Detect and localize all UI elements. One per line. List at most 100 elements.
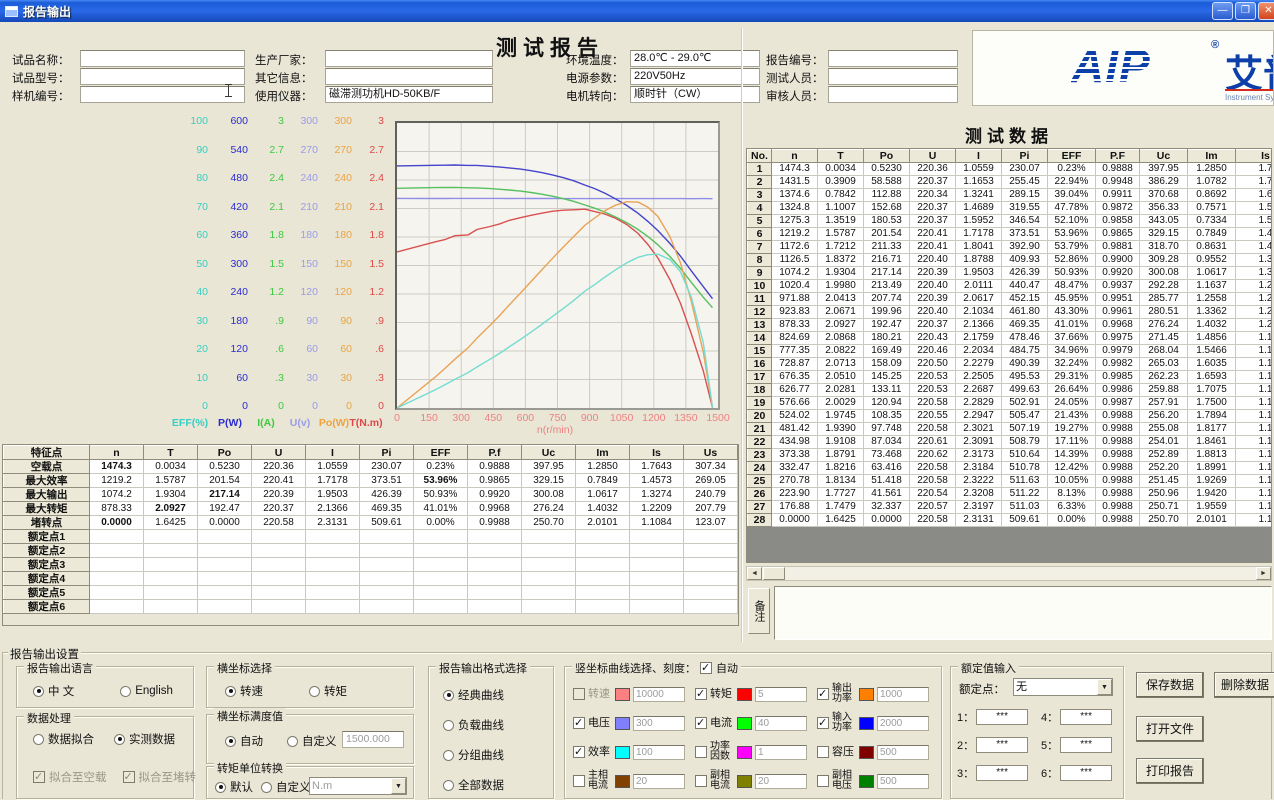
maximize-button[interactable]: ❐ (1235, 2, 1256, 20)
fit-checkbox[interactable] (33, 771, 45, 783)
curve-color-swatch[interactable] (737, 775, 752, 788)
other-info-input[interactable] (325, 68, 493, 85)
fit-checkbox-option[interactable]: 拟合至堵转 (123, 769, 197, 785)
auditor-input[interactable] (828, 86, 958, 103)
auto-scale-checkbox[interactable] (700, 662, 712, 674)
x-full-scale-radio[interactable] (225, 736, 236, 747)
x-axis-option[interactable]: 转矩 (309, 683, 347, 699)
torque-unit-dropdown[interactable]: N.m ▼ (309, 777, 407, 795)
curve-color-swatch[interactable] (859, 746, 874, 759)
x-full-scale-input[interactable]: 1500.000 (342, 731, 404, 748)
x-full-scale-option[interactable]: 自动 (225, 733, 263, 749)
x-axis-radio[interactable] (225, 686, 236, 697)
curve-checkbox[interactable] (573, 775, 585, 787)
fit-checkbox[interactable] (123, 771, 135, 783)
data-processing-radio[interactable] (114, 734, 125, 745)
x-full-scale-option[interactable]: 自定义 (287, 733, 337, 749)
curve-scale-input[interactable]: 10000 (633, 687, 685, 702)
curve-scale-input[interactable]: 5 (755, 687, 807, 702)
close-button[interactable]: ✕ (1258, 2, 1274, 20)
data-table-hscrollbar[interactable]: ◄ ► (746, 566, 1272, 581)
report-format-option[interactable]: 全部数据 (443, 777, 504, 793)
curve-scale-input[interactable]: 100 (633, 745, 685, 760)
torque-unit-radio[interactable] (261, 782, 272, 793)
rated-field-input[interactable]: *** (976, 765, 1028, 781)
rated-point-dropdown[interactable]: 无 ▼ (1013, 678, 1113, 696)
rated-field-input[interactable]: *** (976, 737, 1028, 753)
save-data-button[interactable]: 保存数据 (1136, 672, 1204, 698)
curve-color-swatch[interactable] (737, 746, 752, 759)
curve-scale-input[interactable]: 20 (755, 774, 807, 789)
curve-scale-input[interactable]: 1 (755, 745, 807, 760)
language-radio[interactable] (120, 686, 131, 697)
curve-scale-input[interactable]: 300 (633, 716, 685, 731)
minimize-button[interactable]: — (1212, 2, 1233, 20)
report-format-option[interactable]: 负载曲线 (443, 717, 504, 733)
manufacturer-input[interactable] (325, 50, 493, 67)
delete-data-button[interactable]: 删除数据 (1214, 672, 1274, 698)
curve-color-swatch[interactable] (737, 688, 752, 701)
data-processing-radio[interactable] (33, 734, 44, 745)
curve-color-swatch[interactable] (859, 688, 874, 701)
data-processing-option[interactable]: 实测数据 (114, 731, 175, 747)
rated-field-input[interactable]: *** (976, 709, 1028, 725)
report-format-option[interactable]: 经典曲线 (443, 687, 504, 703)
curve-color-swatch[interactable] (859, 717, 874, 730)
open-file-button[interactable]: 打开文件 (1136, 716, 1204, 742)
report-format-radio[interactable] (443, 720, 454, 731)
remark-textarea[interactable] (774, 586, 1272, 640)
print-report-button[interactable]: 打印报告 (1136, 758, 1204, 784)
report-format-radio[interactable] (443, 750, 454, 761)
curve-color-swatch[interactable] (615, 717, 630, 730)
data-processing-option[interactable]: 数据拟合 (33, 731, 94, 747)
scroll-thumb[interactable] (763, 567, 785, 580)
curve-color-swatch[interactable] (615, 688, 630, 701)
curve-checkbox[interactable] (695, 746, 707, 758)
curve-checkbox[interactable] (695, 688, 707, 700)
torque-unit-option[interactable]: 默认 (215, 779, 253, 795)
curve-color-swatch[interactable] (615, 775, 630, 788)
prototype-no-input[interactable] (80, 86, 245, 103)
rated-field-input[interactable]: *** (1060, 709, 1112, 725)
instrument-input[interactable]: 磁滞测功机HD-50KB/F (325, 86, 493, 103)
report-format-radio[interactable] (443, 780, 454, 791)
sample-name-input[interactable] (80, 50, 245, 67)
x-axis-radio[interactable] (309, 686, 320, 697)
curve-checkbox[interactable] (573, 746, 585, 758)
language-option[interactable]: English (120, 683, 173, 699)
rated-point-dropdown-arrow[interactable]: ▼ (1097, 679, 1112, 695)
curve-checkbox[interactable] (573, 688, 585, 700)
report-format-option[interactable]: 分组曲线 (443, 747, 504, 763)
report-no-input[interactable] (828, 50, 958, 67)
curve-color-swatch[interactable] (737, 717, 752, 730)
curve-checkbox[interactable] (817, 775, 829, 787)
curve-checkbox[interactable] (817, 688, 829, 700)
curve-checkbox[interactable] (695, 775, 707, 787)
x-axis-option[interactable]: 转速 (225, 683, 263, 699)
fit-checkbox-option[interactable]: 拟合至空载 (33, 769, 107, 785)
scroll-right-arrow[interactable]: ► (1256, 567, 1271, 580)
rated-field-input[interactable]: *** (1060, 765, 1112, 781)
curve-scale-input[interactable]: 40 (755, 716, 807, 731)
language-option[interactable]: 中 文 (33, 683, 74, 699)
curve-color-swatch[interactable] (859, 775, 874, 788)
sample-model-input[interactable] (80, 68, 245, 85)
torque-unit-dropdown-arrow[interactable]: ▼ (391, 778, 406, 794)
scroll-left-arrow[interactable]: ◄ (747, 567, 762, 580)
torque-unit-option[interactable]: 自定义 (261, 779, 311, 795)
curve-checkbox[interactable] (817, 746, 829, 758)
x-full-scale-radio[interactable] (287, 736, 298, 747)
curve-checkbox[interactable] (695, 717, 707, 729)
tester-input[interactable] (828, 68, 958, 85)
curve-checkbox[interactable] (817, 717, 829, 729)
curve-color-swatch[interactable] (615, 746, 630, 759)
curve-scale-input[interactable]: 1000 (877, 687, 929, 702)
report-format-radio[interactable] (443, 690, 454, 701)
curve-scale-input[interactable]: 2000 (877, 716, 929, 731)
curve-checkbox[interactable] (573, 717, 585, 729)
curve-scale-input[interactable]: 20 (633, 774, 685, 789)
torque-unit-radio[interactable] (215, 782, 226, 793)
curve-scale-input[interactable]: 500 (877, 774, 929, 789)
rated-field-input[interactable]: *** (1060, 737, 1112, 753)
curve-scale-input[interactable]: 500 (877, 745, 929, 760)
